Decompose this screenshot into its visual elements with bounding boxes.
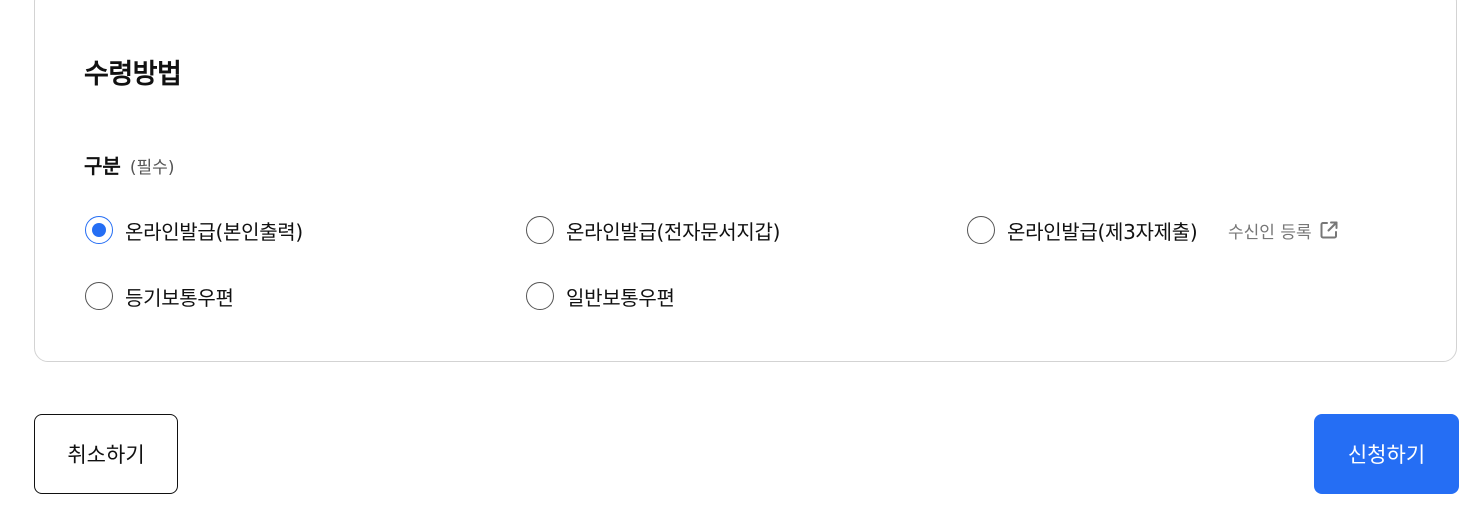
radio-button-checked[interactable] — [85, 216, 113, 244]
external-link-icon — [1318, 219, 1340, 241]
receipt-method-card — [34, 0, 1457, 362]
recipient-register-link[interactable]: 수신인 등록 — [1228, 214, 1340, 246]
radio-button[interactable] — [967, 216, 995, 244]
field-label-group: 구분 (필수) — [84, 150, 174, 179]
radio-label: 온라인발급(전자문서지갑) — [566, 219, 781, 244]
radio-label: 온라인발급(본인출력) — [125, 219, 303, 244]
radio-option-online-third-party[interactable]: 온라인발급(제3자제출) — [967, 214, 1198, 246]
section-title: 수령방법 — [84, 59, 182, 90]
radio-option-online-self-print[interactable]: 온라인발급(본인출력) — [85, 214, 303, 246]
radio-button[interactable] — [85, 282, 113, 310]
radio-option-online-e-wallet[interactable]: 온라인발급(전자문서지갑) — [526, 214, 780, 246]
required-marker: (필수) — [129, 158, 175, 178]
radio-label: 온라인발급(제3자제출) — [1007, 219, 1198, 244]
submit-button[interactable]: 신청하기 — [1314, 414, 1459, 494]
radio-button[interactable] — [526, 282, 554, 310]
radio-option-regular-mail[interactable]: 일반보통우편 — [526, 280, 675, 312]
radio-button[interactable] — [526, 216, 554, 244]
radio-label: 등기보통우편 — [125, 285, 234, 310]
field-label: 구분 — [84, 154, 121, 178]
recipient-register-label: 수신인 등록 — [1228, 222, 1312, 243]
cancel-button[interactable]: 취소하기 — [34, 414, 178, 494]
radio-option-registered-mail[interactable]: 등기보통우편 — [85, 280, 234, 312]
radio-label: 일반보통우편 — [566, 285, 675, 310]
